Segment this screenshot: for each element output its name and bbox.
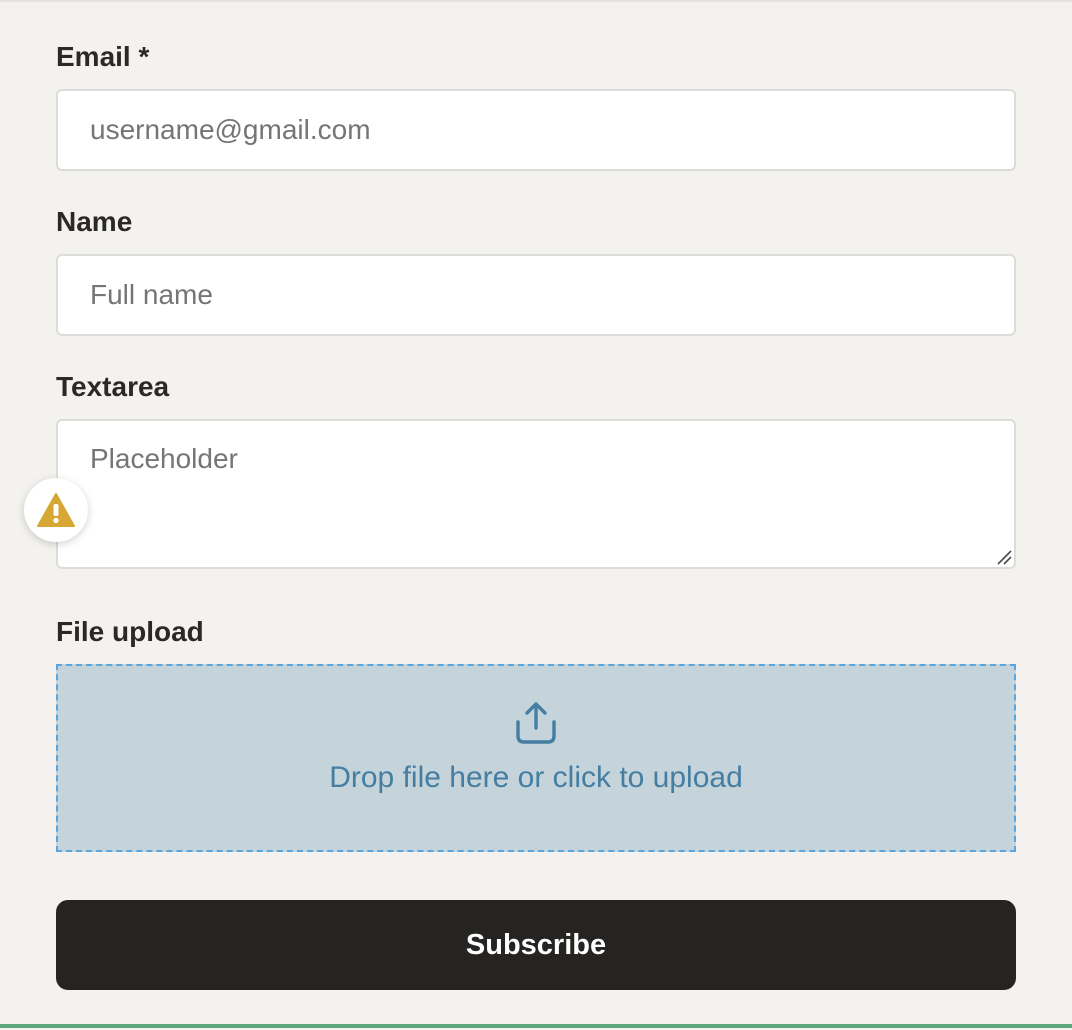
name-field[interactable]: [56, 254, 1016, 336]
textarea-label: Textarea: [56, 371, 170, 402]
top-divider: [0, 0, 1072, 2]
resize-handle-icon[interactable]: [994, 547, 1012, 565]
bottom-accent-line: [0, 1024, 1072, 1028]
dropzone-text: Drop file here or click to upload: [329, 761, 743, 794]
warning-icon: [37, 493, 75, 527]
textarea-field[interactable]: [56, 419, 1016, 569]
subscribe-button[interactable]: Subscribe: [56, 900, 1016, 990]
email-field[interactable]: [56, 89, 1016, 171]
upload-icon: [516, 702, 556, 744]
name-label: Name: [56, 206, 133, 237]
warning-badge[interactable]: [24, 478, 88, 542]
file-upload-label: File upload: [56, 616, 204, 647]
email-label: Email *: [56, 41, 150, 72]
file-dropzone[interactable]: Drop file here or click to upload: [56, 664, 1016, 852]
